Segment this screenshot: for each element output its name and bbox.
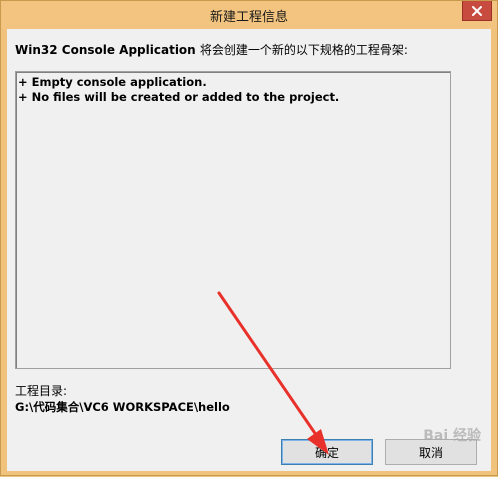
close-button[interactable] [462, 1, 492, 21]
app-name: Win32 Console Application [15, 43, 196, 57]
close-icon [472, 5, 482, 16]
watermark: Bai 经验 [423, 428, 481, 444]
project-directory-label: 工程目录: [15, 384, 68, 398]
project-info-box[interactable]: + Empty console application. + No files … [15, 71, 451, 369]
info-line: + Empty console application. [18, 75, 207, 89]
project-directory-path: G:\代码集合\VC6 WORKSPACE\hello [15, 400, 230, 414]
window-title: 新建工程信息 [209, 10, 288, 25]
title-bar[interactable]: 新建工程信息 [1, 1, 497, 29]
info-line: + No files will be created or added to t… [18, 90, 340, 104]
dialog-window: 新建工程信息 Win32 Console Application 将会创建一个新… [0, 0, 498, 476]
intro-text: Win32 Console Application 将会创建一个新的以下规格的工… [15, 41, 408, 58]
ok-button[interactable]: 确定 [281, 439, 373, 465]
intro-description: 将会创建一个新的以下规格的工程骨架: [199, 43, 408, 57]
dialog-client-area: Win32 Console Application 将会创建一个新的以下规格的工… [7, 29, 491, 471]
